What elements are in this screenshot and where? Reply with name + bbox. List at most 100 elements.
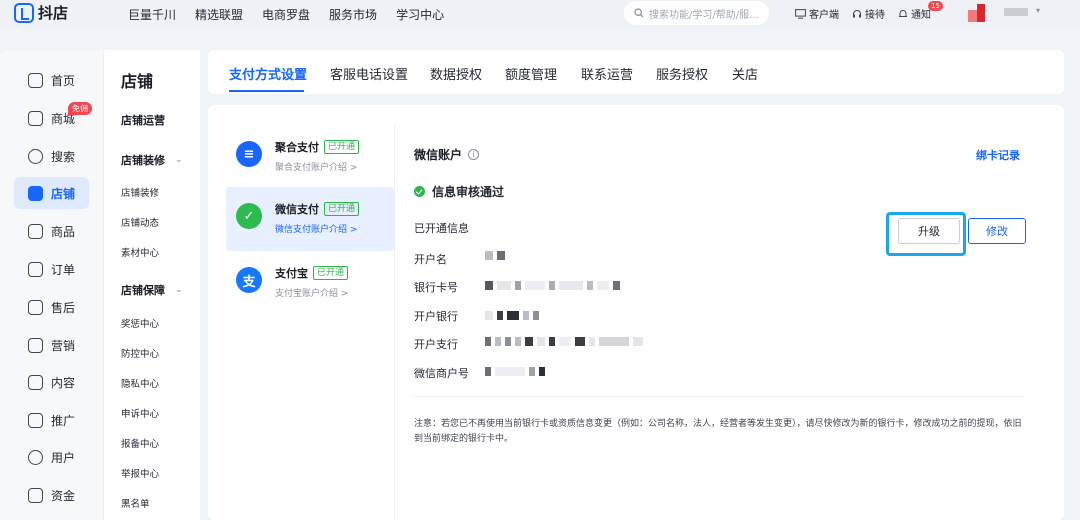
field-label-bank: 开户银行 (414, 310, 458, 323)
subnav-item[interactable]: 店铺动态 (121, 215, 159, 229)
goods-icon (28, 223, 43, 239)
upgrade-button[interactable]: 升级 (898, 218, 960, 244)
shop-icon (28, 110, 43, 126)
tab-service-phone[interactable]: 客服电话设置 (330, 64, 408, 83)
secondary-sidebar: 店铺 店铺运营 店铺装修 ⌄ 店铺装修 店铺动态 素材中心 店铺保障 ⌄ 奖惩中心 … (103, 50, 200, 520)
chevron-down-icon[interactable]: ▾ (1036, 6, 1040, 15)
tab-bar: 支付方式设置 客服电话设置 数据授权 额度管理 联系运营 服务授权 关店 (208, 50, 1064, 94)
notify-button[interactable]: 通知 15 (898, 1, 943, 21)
payment-method-aggregate[interactable]: ≡ 聚合支付 已开通 聚合支付账户介绍 > (226, 125, 394, 189)
divider (394, 125, 395, 520)
sidebar-item-home[interactable]: 首页 (14, 64, 89, 96)
sidebar-item-content[interactable]: 内容 (14, 366, 89, 398)
primary-sidebar: 首页 商城 搜索 店铺 商品 订单 售后 营销 内容 推广 用户 资金 免佣 (0, 50, 103, 520)
payment-intro-link[interactable]: 支付宝账户介绍 > (275, 286, 348, 299)
subnav-item[interactable]: 奖惩中心 (121, 316, 159, 330)
field-label-merchant-id: 微信商户号 (414, 367, 469, 380)
subnav-group-decor[interactable]: 店铺装修 ⌄ (121, 152, 183, 168)
database-icon: ≡ (236, 141, 262, 167)
review-status-text: 信息审核通过 (432, 185, 505, 199)
payment-intro-link[interactable]: 聚合支付账户介绍 > (275, 160, 359, 173)
top-nav-item[interactable]: 学习中心 (396, 6, 444, 23)
tab-close-store[interactable]: 关店 (732, 64, 758, 83)
fund-icon (28, 487, 43, 503)
subnav-group-guard[interactable]: 店铺保障 ⌄ (121, 282, 183, 298)
sidebar-item-label: 商品 (51, 224, 76, 239)
top-nav-item[interactable]: 服务市场 (329, 6, 377, 23)
subnav-item[interactable]: 隐私中心 (121, 376, 159, 390)
top-nav-item[interactable]: 巨量千川 (128, 6, 176, 23)
subnav-item[interactable]: 黑名单 (121, 496, 150, 510)
status-badge: 已开通 (324, 140, 360, 154)
headset-icon (853, 9, 861, 17)
sidebar-item-marketing[interactable]: 营销 (14, 329, 89, 361)
sidebar-item-user[interactable]: 用户 (14, 441, 89, 473)
subnav-item[interactable]: 店铺装修 (121, 185, 159, 199)
info-icon[interactable]: i (468, 149, 480, 160)
redacted-value (485, 367, 549, 376)
subnav-item[interactable]: 申诉中心 (121, 406, 159, 420)
divider (414, 396, 1024, 397)
tab-contact-ops[interactable]: 联系运营 (581, 64, 633, 83)
notify-count-badge: 15 (928, 1, 943, 11)
subnav-item[interactable]: 举报中心 (121, 466, 159, 480)
payment-panel: ≡ 聚合支付 已开通 聚合支付账户介绍 > ✓ 微信支付 已开通 微信支付账户介绍 … (208, 105, 1064, 520)
sidebar-item-search[interactable]: 搜索 (14, 140, 89, 172)
logo[interactable]: 抖店 (14, 2, 68, 23)
sidebar-item-label: 用户 (51, 450, 76, 465)
logo-text: 抖店 (38, 4, 69, 22)
search-placeholder: 搜索功能/学习/帮助/服... (649, 9, 759, 21)
top-nav-item[interactable]: 电商罗盘 (262, 6, 310, 23)
user-name-redacted (1004, 8, 1028, 16)
redacted-value (485, 337, 647, 346)
payment-intro-link[interactable]: 微信支付账户介绍 > (275, 222, 359, 235)
sidebar-item-after-sale[interactable]: 售后 (14, 291, 89, 323)
sidebar-item-promote[interactable]: 推广 (14, 404, 89, 436)
top-bar: 抖店 巨量千川 精选联盟 电商罗盘 服务市场 学习中心 搜索功能/学习/帮助/服… (0, 0, 1080, 28)
subnav-label: 店铺装修 (121, 154, 165, 167)
tab-quota[interactable]: 额度管理 (505, 64, 557, 83)
tab-payment-settings[interactable]: 支付方式设置 (229, 64, 307, 83)
bind-record-link[interactable]: 绑卡记录 (976, 147, 1020, 163)
tab-service-auth[interactable]: 服务授权 (656, 64, 708, 83)
subnav-item[interactable]: 素材中心 (121, 245, 159, 259)
status-badge: 已开通 (313, 266, 349, 280)
tab-data-auth[interactable]: 数据授权 (430, 64, 482, 83)
promote-icon (28, 412, 43, 428)
chevron-down-icon: ⌄ (175, 155, 183, 165)
sidebar-item-goods[interactable]: 商品 (14, 215, 89, 247)
sidebar-item-store[interactable]: 店铺 (14, 177, 89, 209)
top-nav: 巨量千川 精选联盟 电商罗盘 服务市场 学习中心 (128, 6, 463, 23)
top-nav-item[interactable]: 精选联盟 (195, 6, 243, 23)
avatar[interactable] (968, 4, 996, 22)
sidebar-item-label: 售后 (51, 300, 76, 315)
sidebar-item-order[interactable]: 订单 (14, 253, 89, 285)
subnav-store-ops[interactable]: 店铺运营 (121, 112, 165, 128)
subnav-label: 店铺保障 (121, 284, 165, 297)
sidebar-item-label: 资金 (51, 488, 76, 503)
payment-method-wechat[interactable]: ✓ 微信支付 已开通 微信支付账户介绍 > (226, 187, 394, 251)
search-box[interactable]: 搜索功能/学习/帮助/服... (624, 1, 769, 25)
logo-icon (14, 2, 34, 23)
search-icon (28, 148, 43, 164)
account-title-text: 微信账户 (414, 148, 463, 162)
field-label-account-name: 开户名 (414, 253, 447, 266)
reception-button[interactable]: 接待 (852, 6, 885, 21)
sidebar-item-fund[interactable]: 资金 (14, 479, 89, 511)
after-sale-icon (28, 299, 43, 315)
bell-icon (899, 9, 907, 17)
client-button[interactable]: 客户端 (795, 6, 839, 21)
modify-button[interactable]: 修改 (968, 218, 1026, 244)
alipay-icon: 支 (236, 267, 262, 293)
redacted-value (485, 251, 509, 260)
payment-method-alipay[interactable]: 支 支付宝 已开通 支付宝账户介绍 > (226, 251, 394, 315)
user-icon (28, 449, 43, 465)
content-icon (28, 374, 43, 390)
sidebar-item-label: 订单 (51, 262, 76, 277)
subnav-item[interactable]: 防控中心 (121, 346, 159, 360)
redacted-value (485, 311, 543, 320)
subnav-item[interactable]: 报备中心 (121, 436, 159, 450)
redacted-value (485, 281, 624, 290)
chevron-down-icon: ⌄ (175, 285, 183, 295)
marketing-icon (28, 337, 43, 353)
